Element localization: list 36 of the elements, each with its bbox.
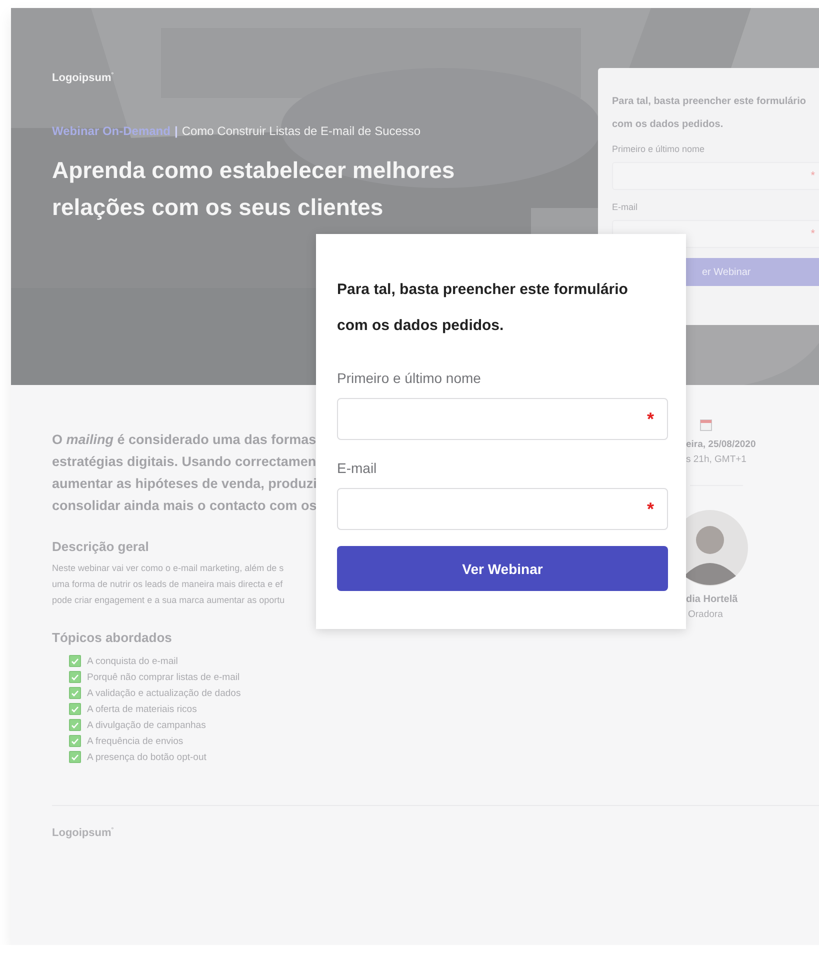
form-card-title: com os dados pedidos. bbox=[612, 118, 724, 132]
speaker-role: Oradora bbox=[687, 609, 724, 620]
required-mark: * bbox=[646, 498, 654, 520]
input-field[interactable]: * bbox=[337, 488, 668, 530]
popup-title: com os dados pedidos. bbox=[337, 316, 505, 336]
section-heading: Descrição geral bbox=[52, 539, 150, 554]
field-label: E-mail bbox=[337, 460, 378, 476]
webinar-tag: Webinar On-Demand bbox=[52, 124, 170, 138]
event-time: s 21h, GMT+1 bbox=[685, 454, 748, 465]
field-label: E-mail bbox=[612, 202, 639, 212]
topic-item: A oferta de materiais ricos bbox=[87, 704, 197, 714]
popup-title: Para tal, basta preencher este formulário bbox=[337, 280, 629, 300]
input-field[interactable]: * bbox=[612, 162, 819, 190]
topic-item: A frequência de envios bbox=[87, 736, 184, 746]
calendar-icon bbox=[700, 419, 712, 431]
section-heading: Tópicos abordados bbox=[52, 630, 173, 645]
field-label: Primeiro e último nome bbox=[612, 144, 706, 154]
speaker-name: dia Hortelã bbox=[685, 594, 739, 605]
logo[interactable]: Logoipsum$^{°}$ bbox=[52, 72, 455, 84]
intro-paragraph: O mailing é considerado uma das formas estratégias digitais. Usando correctamen aumentar as hipóteses de venda, produzi consolidar ainda mais o contacto com os bbox=[52, 431, 317, 515]
topic-item: A divulgação de campanhas bbox=[87, 720, 206, 730]
topic-item: A validação e actualização de dados bbox=[87, 688, 241, 698]
form-card-title: Para tal, basta preencher este formulário bbox=[612, 95, 807, 109]
webinar-subtitle: Como Construir Listas de E-mail de Sucesso bbox=[182, 124, 421, 138]
field-label: Primeiro e último nome bbox=[337, 370, 482, 386]
input-field[interactable]: * bbox=[337, 398, 668, 440]
topic-item: A conquista do e-mail bbox=[87, 656, 178, 666]
footer-logo[interactable]: Logoipsum$^{°}$ bbox=[52, 827, 819, 839]
watch-button[interactable]: Ver Webinar bbox=[337, 546, 668, 591]
required-mark: * bbox=[646, 408, 654, 430]
topic-item: A presença do botão opt-out bbox=[87, 752, 206, 762]
headline: Aprenda como estabelecer melhores relações com os seus clientes bbox=[52, 156, 455, 222]
description-paragraph: Neste webinar vai ver como o e-mail marketing, além de s uma forma de nutrir os leads de maneira mais directa e ef pode criar engagement e a sua marca aumentar as oportu bbox=[52, 562, 285, 607]
separator: | bbox=[174, 124, 178, 138]
topic-item: Porquê não comprar listas de e-mail bbox=[87, 672, 240, 682]
event-date: eira, 25/08/2020 bbox=[685, 439, 757, 450]
